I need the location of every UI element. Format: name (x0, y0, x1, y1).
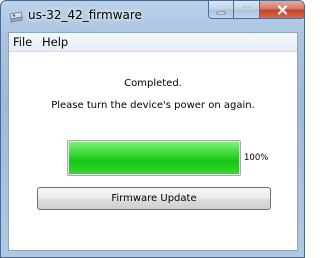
app-window: us-32_42_firmware File Help Completed. P… (0, 0, 305, 258)
close-button[interactable] (260, 1, 304, 19)
status-instruction: Please turn the device's power on again. (51, 100, 255, 111)
close-icon (277, 1, 288, 19)
minimize-icon (216, 1, 226, 19)
window-title: us-32_42_firmware (28, 8, 142, 22)
progress-fill (69, 142, 239, 174)
progress-bar (67, 140, 241, 176)
minimize-button[interactable] (208, 1, 234, 19)
menu-help[interactable]: Help (42, 35, 68, 49)
client-area: File Help Completed. Please turn the dev… (8, 32, 298, 251)
status-completed: Completed. (124, 78, 182, 89)
app-icon (8, 9, 24, 23)
caption-buttons (208, 1, 304, 20)
progress-percent: 100% (244, 153, 269, 163)
firmware-update-button[interactable]: Firmware Update (37, 187, 271, 210)
title-bar[interactable]: us-32_42_firmware (1, 1, 304, 32)
maximize-icon (241, 1, 252, 19)
menu-bar: File Help (9, 33, 297, 52)
menu-file[interactable]: File (13, 35, 32, 49)
maximize-button[interactable] (234, 1, 260, 19)
